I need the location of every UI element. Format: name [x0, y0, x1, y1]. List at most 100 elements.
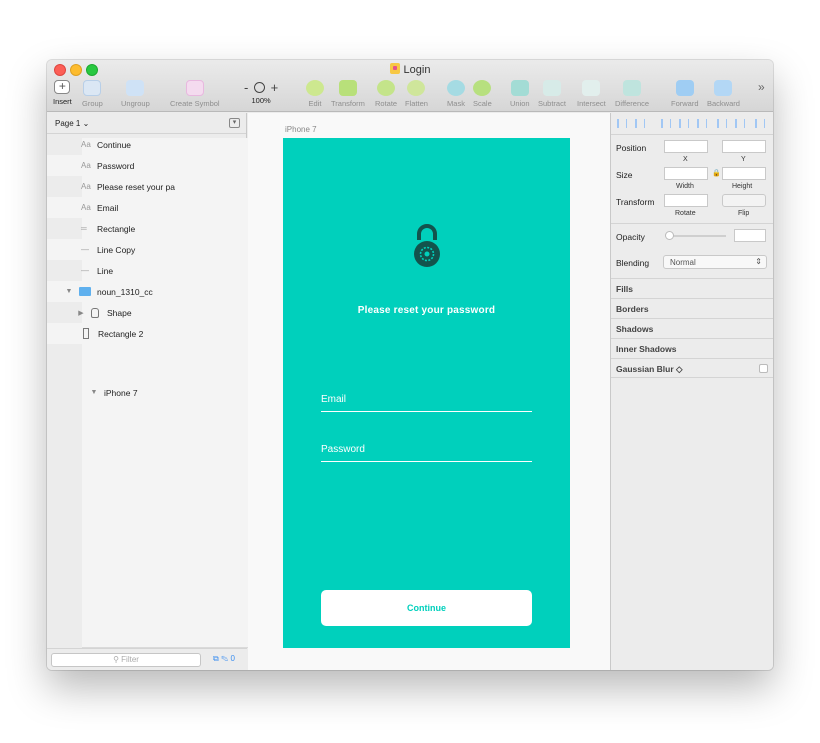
artboard-label[interactable]: iPhone 7 [285, 125, 317, 134]
layer-item[interactable]: Aa Please reset your pa [47, 176, 246, 197]
height-input[interactable] [722, 167, 766, 180]
intersect-button[interactable]: Intersect [577, 80, 606, 108]
edit-button[interactable]: Edit [306, 80, 324, 108]
shadows-section[interactable]: Shadows [611, 318, 773, 338]
layer-item[interactable]: Rectangle 2 [47, 323, 246, 344]
opacity-slider-handle[interactable] [665, 231, 674, 240]
backward-icon [714, 80, 733, 96]
blending-select[interactable]: Normal ⇕ [663, 255, 767, 269]
email-placeholder: Email [321, 394, 347, 405]
size-label: Size [616, 170, 633, 180]
text-layer-icon: Aa [81, 161, 91, 170]
create-symbol-button[interactable]: Create Symbol [170, 80, 220, 108]
align-middle-icon[interactable] [735, 119, 745, 128]
position-x-input[interactable] [664, 140, 708, 153]
zoom-level: 100% [251, 96, 271, 105]
text-layer-icon: Aa [81, 182, 91, 191]
fills-section[interactable]: Fills [611, 278, 773, 298]
align-top-icon[interactable] [717, 119, 727, 128]
slice-filter-icon[interactable]: ✎ [221, 654, 228, 663]
disclosure-open-icon[interactable]: ▼ [63, 288, 75, 295]
group-button[interactable]: Group [82, 80, 103, 108]
flatten-button[interactable]: Flatten [405, 80, 428, 108]
width-input[interactable] [664, 167, 708, 180]
align-right-icon[interactable] [697, 119, 707, 128]
opacity-label: Opacity [616, 232, 645, 242]
distribute-vertical-icon[interactable] [635, 119, 645, 128]
opacity-input[interactable] [734, 229, 766, 242]
zoom-control[interactable]: - + 100% [244, 80, 278, 105]
layer-group[interactable]: ▼ noun_1310_cc [47, 281, 246, 302]
text-layer-icon: Aa [81, 140, 91, 149]
add-page-icon[interactable]: ▾ [229, 118, 240, 128]
opacity-slider[interactable] [668, 235, 726, 237]
layer-item[interactable]: Aa Email [47, 197, 246, 218]
layer-item[interactable]: Aa Password [47, 155, 246, 176]
difference-button[interactable]: Difference [615, 80, 649, 108]
password-placeholder: Password [321, 444, 365, 455]
position-label: Position [616, 143, 647, 153]
magnifier-icon [253, 82, 265, 93]
symbol-icon [185, 80, 204, 96]
layer-item[interactable]: Aa Continue [47, 134, 246, 155]
rotate-input[interactable] [664, 194, 708, 207]
rotate-button[interactable]: Rotate [375, 80, 397, 108]
mask-button[interactable]: Mask [447, 80, 465, 108]
union-button[interactable]: Union [510, 80, 530, 108]
alignment-toolbar [611, 113, 773, 135]
position-y-input[interactable] [722, 140, 766, 153]
select-arrows-icon: ⇕ [755, 257, 762, 266]
align-center-icon[interactable] [679, 119, 689, 128]
zoom-in-button[interactable]: + [271, 80, 279, 95]
symbols-filter-icon[interactable]: ⧉ [213, 654, 219, 663]
transform-icon [338, 80, 357, 96]
filter-count: 0 [230, 654, 235, 663]
layer-item[interactable]: ═ Rectangle [47, 218, 246, 239]
subtract-button[interactable]: Subtract [538, 80, 566, 108]
lock-icon[interactable] [413, 224, 441, 269]
align-left-icon[interactable] [661, 119, 671, 128]
text-layer-icon: Aa [81, 203, 91, 212]
transform-label: Transform [616, 197, 655, 207]
filter-input[interactable]: ⚲ Filter [51, 653, 201, 667]
layer-item[interactable]: — Line Copy [47, 239, 246, 260]
password-field[interactable]: Password [321, 444, 532, 462]
gaussian-blur-section[interactable]: Gaussian Blur ◇ [611, 358, 773, 378]
sketch-document-icon [389, 63, 400, 74]
filter-options[interactable]: ⧉ ✎ 0 [213, 654, 235, 664]
line-layer-icon: — [81, 245, 89, 254]
artboard-iphone7[interactable]: Please reset your password Email Passwor… [283, 138, 570, 648]
flatten-icon [407, 80, 426, 96]
email-field[interactable]: Email [321, 394, 532, 412]
toolbar-overflow-button[interactable]: » [758, 80, 765, 94]
ungroup-button[interactable]: Ungroup [121, 80, 150, 108]
layer-filter-bar: ⚲ Filter ⧉ ✎ 0 [47, 648, 247, 670]
backward-button[interactable]: Backward [707, 80, 740, 108]
folder-icon [79, 287, 91, 296]
scale-button[interactable]: Scale [473, 80, 492, 108]
rotate-icon [377, 80, 396, 96]
layer-item[interactable]: — Line [47, 260, 246, 281]
page-selector[interactable]: Page 1 ⌄ ▾ [47, 113, 246, 134]
forward-icon [675, 80, 694, 96]
blur-checkbox[interactable] [759, 364, 768, 373]
union-icon [510, 80, 529, 96]
disclosure-open-icon[interactable]: ▼ [88, 389, 100, 396]
zoom-out-button[interactable]: - [244, 80, 248, 95]
layer-item[interactable]: ▶ Shape [47, 302, 246, 323]
align-bottom-icon[interactable] [755, 119, 765, 128]
forward-button[interactable]: Forward [671, 80, 699, 108]
title-toolbar: Login + Insert Group Ungroup Create Symb… [47, 60, 773, 112]
continue-button[interactable]: Continue [321, 590, 532, 626]
inner-shadows-section[interactable]: Inner Shadows [611, 338, 773, 358]
disclosure-closed-icon[interactable]: ▶ [75, 309, 87, 317]
mask-icon [447, 80, 465, 96]
line-layer-icon: — [81, 266, 89, 275]
transform-button[interactable]: Transform [331, 80, 365, 108]
lock-ratio-icon[interactable]: 🔒 [712, 169, 721, 177]
canvas[interactable]: iPhone 7 Please reset your password Emai… [248, 113, 610, 670]
borders-section[interactable]: Borders [611, 298, 773, 318]
insert-button[interactable]: + Insert [53, 80, 72, 106]
distribute-horizontal-icon[interactable] [617, 119, 627, 128]
flip-buttons[interactable] [722, 194, 766, 207]
